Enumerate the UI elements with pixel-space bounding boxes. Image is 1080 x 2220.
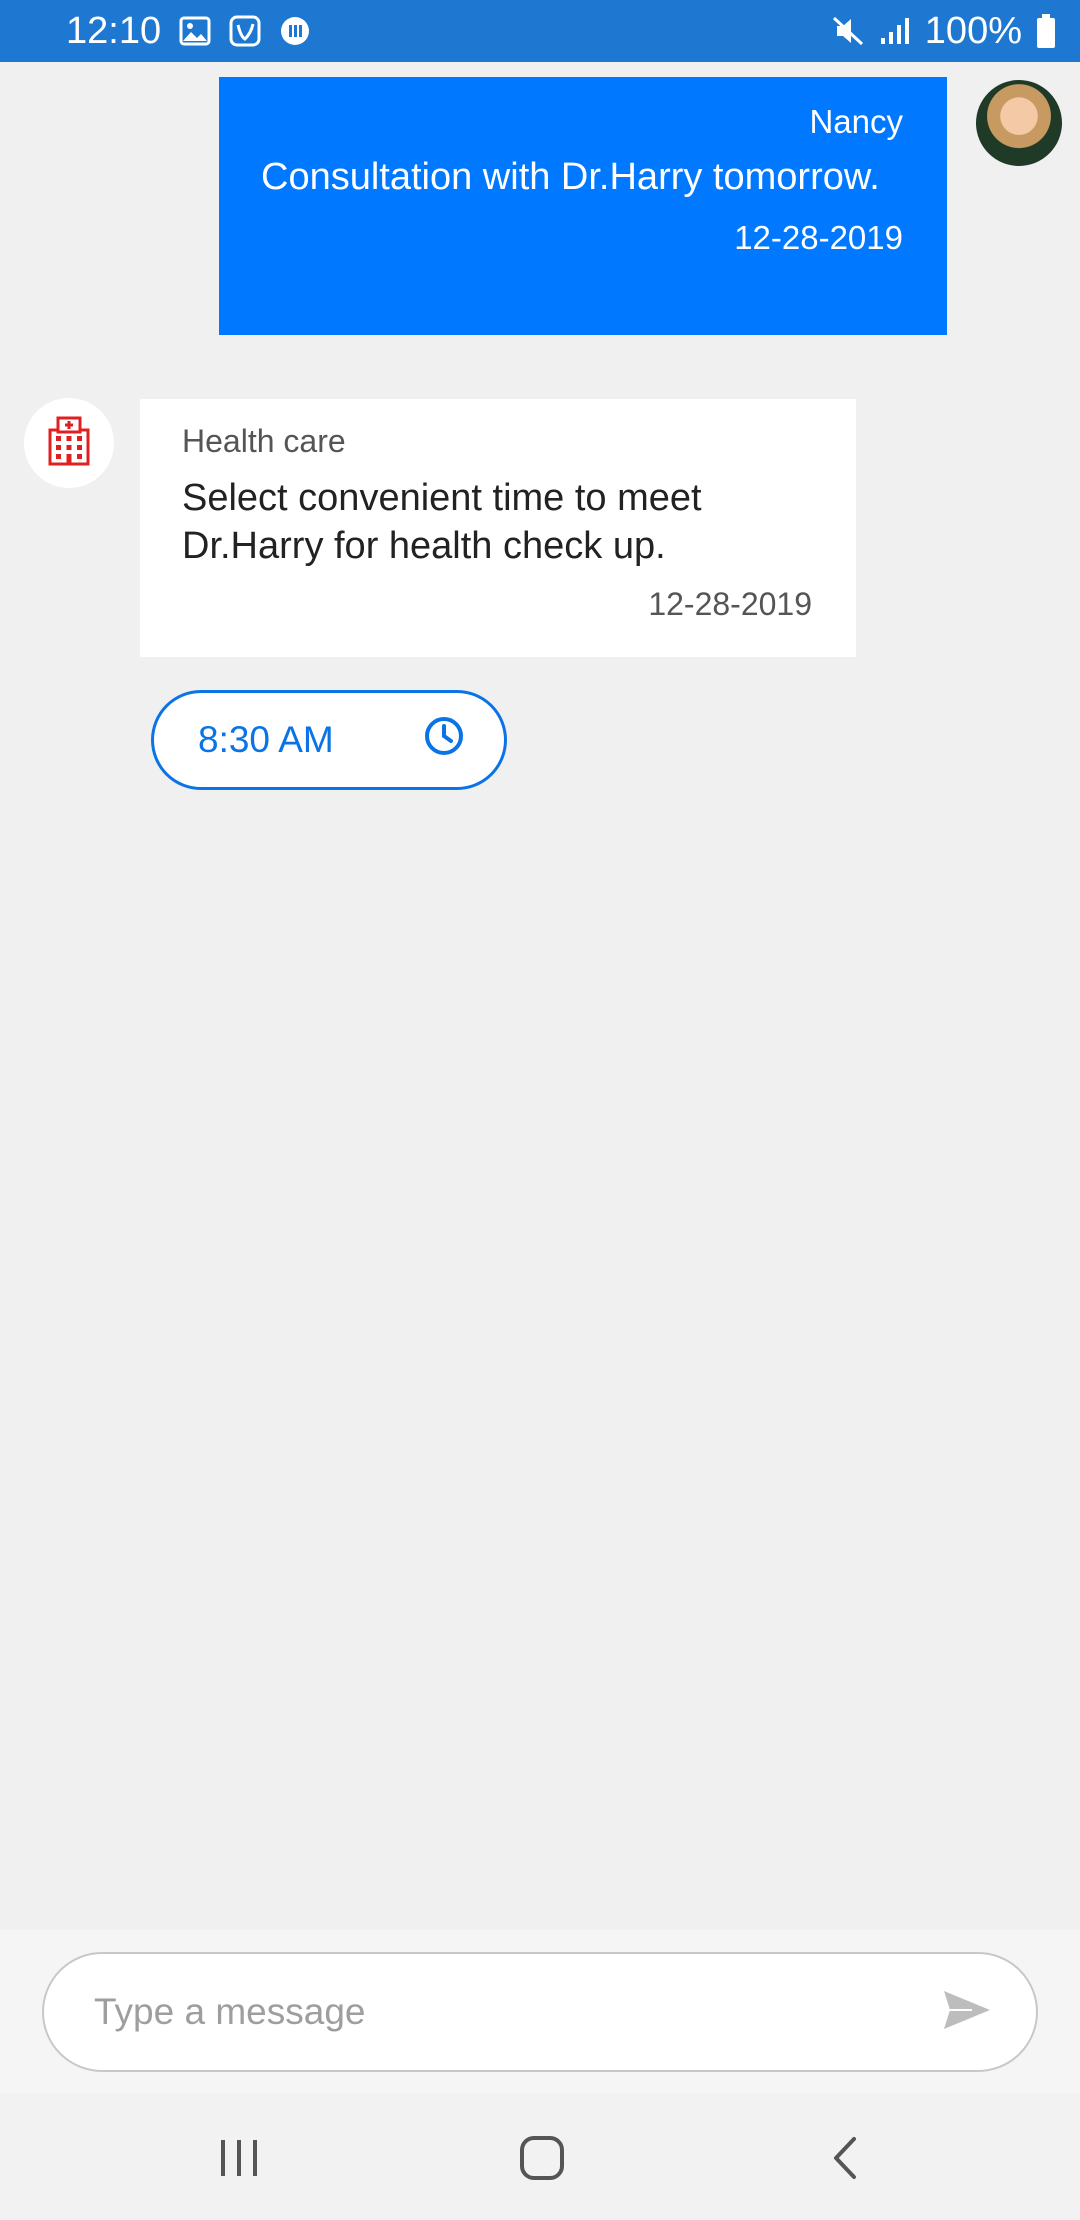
signal-icon	[879, 16, 911, 46]
outgoing-message: Nancy Consultation with Dr.Harry tomorro…	[219, 77, 947, 335]
nancy-avatar	[976, 80, 1062, 166]
time-picker-button[interactable]: 8:30 AM	[151, 690, 507, 790]
battery-icon	[1036, 14, 1056, 48]
status-right: 100%	[831, 10, 1056, 53]
message-sender: Health care	[182, 423, 346, 459]
navigation-bar	[0, 2093, 1080, 2220]
pause-circle-icon	[279, 15, 311, 47]
recent-apps-icon[interactable]	[199, 2123, 279, 2193]
status-time: 12:10	[66, 9, 162, 52]
mute-icon	[831, 15, 865, 47]
incoming-message: Health care Select convenient time to me…	[140, 399, 856, 657]
message-sender: Nancy	[809, 103, 903, 140]
message-date: 12-28-2019	[734, 219, 903, 256]
saavn-icon	[229, 15, 261, 47]
status-left: 12:10	[66, 10, 311, 53]
message-composer	[42, 1952, 1038, 2072]
status-bar: 12:10 100%	[0, 0, 1080, 62]
battery-percent: 100%	[924, 9, 1022, 52]
time-picker-value: 8:30 AM	[198, 719, 334, 760]
home-icon[interactable]	[502, 2123, 582, 2193]
gallery-icon	[179, 16, 211, 46]
message-text: Consultation with Dr.Harry tomorrow.	[261, 156, 880, 198]
message-date: 12-28-2019	[648, 586, 812, 622]
clock-icon	[424, 716, 464, 765]
health-care-avatar	[24, 398, 114, 488]
message-text: Select convenient time to meet Dr.Harry …	[182, 477, 702, 567]
message-input[interactable]	[92, 1990, 942, 2034]
composer-area	[0, 1930, 1080, 2093]
send-icon[interactable]	[942, 1989, 992, 2036]
back-icon[interactable]	[805, 2123, 885, 2193]
hospital-icon	[47, 416, 91, 471]
